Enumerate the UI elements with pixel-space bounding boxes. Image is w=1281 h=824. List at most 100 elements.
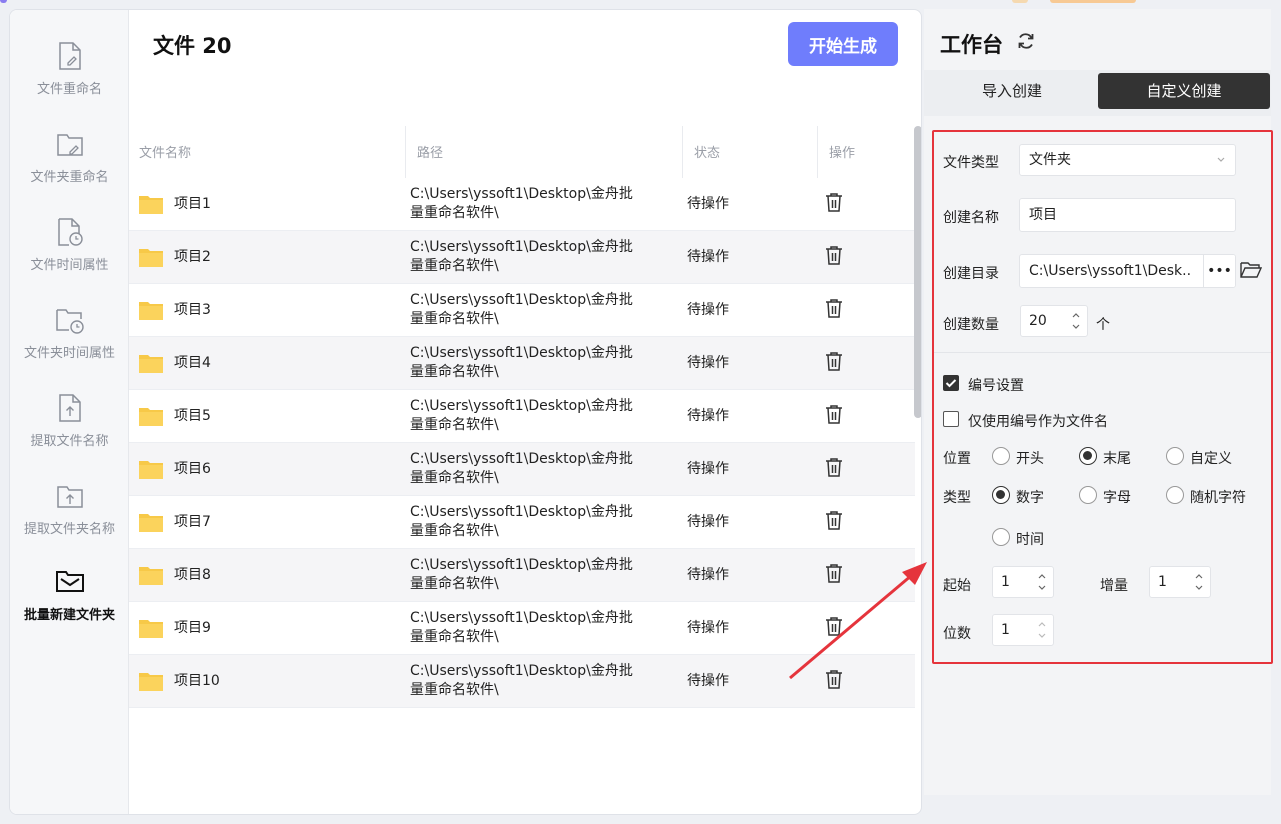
folder-clock-icon <box>55 304 85 336</box>
sidebar-item-folder-time[interactable]: 文件夹时间属性 <box>10 304 129 384</box>
check-icon <box>945 379 957 388</box>
position-label: 位置 <box>943 451 971 467</box>
folder-open-icon[interactable] <box>1240 261 1262 279</box>
file-path: C:\Users\yssoft1\Desktop\金舟批 量重命名软件\ <box>410 504 633 539</box>
stepper-arrows-icon[interactable] <box>1037 619 1047 641</box>
trash-icon[interactable] <box>825 510 843 530</box>
table-row[interactable]: 项目9 C:\Users\yssoft1\Desktop\金舟批 量重命名软件\ … <box>129 602 915 655</box>
create-dir-input[interactable]: C:\Users\yssoft1\Desk.. ••• <box>1019 254 1236 288</box>
file-path: C:\Users\yssoft1\Desktop\金舟批 量重命名软件\ <box>410 345 633 380</box>
file-status: 待操作 <box>687 514 729 530</box>
sidebar-item-label: 提取文件名称 <box>30 434 109 449</box>
file-table-body: 项目1 C:\Users\yssoft1\Desktop\金舟批 量重命名软件\ … <box>129 178 915 708</box>
folder-icon <box>139 620 163 638</box>
sidebar-item-file-rename[interactable]: 文件重命名 <box>10 40 129 120</box>
start-generate-button[interactable]: 开始生成 <box>788 22 898 66</box>
column-divider <box>817 126 818 182</box>
trash-icon[interactable] <box>825 404 843 424</box>
table-scrollbar[interactable] <box>914 126 921 418</box>
table-row[interactable]: 项目8 C:\Users\yssoft1\Desktop\金舟批 量重命名软件\ … <box>129 549 915 602</box>
trash-icon[interactable] <box>825 457 843 477</box>
file-status: 待操作 <box>687 620 729 636</box>
custom-create-form: 文件类型 文件夹 创建名称 项目 创建目录 C:\Users\yssoft1\D… <box>932 130 1273 664</box>
column-divider <box>682 126 683 182</box>
create-name-label: 创建名称 <box>943 210 999 226</box>
table-row[interactable]: 项目10 C:\Users\yssoft1\Desktop\金舟批 量重命名软件\… <box>129 655 915 708</box>
table-row[interactable]: 项目7 C:\Users\yssoft1\Desktop\金舟批 量重命名软件\ … <box>129 496 915 549</box>
folder-icon <box>139 514 163 532</box>
main-panel: 文件重命名 文件夹重命名 文件时间属性 文件夹时间属性 提取文件名称 提取文件夹… <box>9 9 922 815</box>
trash-icon[interactable] <box>825 669 843 689</box>
sidebar-item-extract-file-name[interactable]: 提取文件名称 <box>10 392 129 472</box>
trash-icon[interactable] <box>825 563 843 583</box>
page-title: 文件 20 <box>153 34 232 58</box>
file-status: 待操作 <box>687 355 729 371</box>
type-random-radio[interactable] <box>1166 486 1184 504</box>
stepper-arrows-icon[interactable] <box>1194 571 1204 593</box>
start-stepper[interactable]: 1 <box>992 566 1054 598</box>
sidebar-item-folder-rename[interactable]: 文件夹重命名 <box>10 128 129 208</box>
stepper-arrows-icon[interactable] <box>1071 310 1081 332</box>
file-name: 项目4 <box>174 355 211 371</box>
type-letter-radio[interactable] <box>1079 486 1097 504</box>
sidebar-item-batch-new-folder[interactable]: 批量新建文件夹 <box>10 566 129 646</box>
create-count-stepper[interactable]: 20 <box>1020 305 1088 337</box>
type-option-label: 字母 <box>1103 490 1131 506</box>
table-row[interactable]: 项目5 C:\Users\yssoft1\Desktop\金舟批 量重命名软件\ … <box>129 390 915 443</box>
file-path: C:\Users\yssoft1\Desktop\金舟批 量重命名软件\ <box>410 557 633 592</box>
type-time-radio[interactable] <box>992 528 1010 546</box>
trash-icon[interactable] <box>825 616 843 636</box>
folder-icon <box>139 302 163 320</box>
position-option-label: 自定义 <box>1190 451 1232 467</box>
form-divider <box>934 352 1271 353</box>
sidebar-item-label: 文件夹重命名 <box>30 170 109 185</box>
file-type-select[interactable]: 文件夹 <box>1019 144 1236 176</box>
table-row[interactable]: 项目6 C:\Users\yssoft1\Desktop\金舟批 量重命名软件\ … <box>129 443 915 496</box>
trash-icon[interactable] <box>825 192 843 212</box>
position-start-radio[interactable] <box>992 447 1010 465</box>
sidebar-item-label: 文件重命名 <box>36 82 102 97</box>
file-path: C:\Users\yssoft1\Desktop\金舟批 量重命名软件\ <box>410 186 633 221</box>
type-label: 类型 <box>943 490 971 506</box>
table-row[interactable]: 项目2 C:\Users\yssoft1\Desktop\金舟批 量重命名软件\ … <box>129 231 915 284</box>
trash-icon[interactable] <box>825 298 843 318</box>
tab-custom-create[interactable]: 自定义创建 <box>1098 73 1270 109</box>
file-status: 待操作 <box>687 461 729 477</box>
step-label: 增量 <box>1100 578 1128 594</box>
file-name: 项目6 <box>174 461 211 477</box>
file-path: C:\Users\yssoft1\Desktop\金舟批 量重命名软件\ <box>410 239 633 274</box>
numbering-label: 编号设置 <box>968 378 1024 394</box>
sidebar-item-extract-folder-name[interactable]: 提取文件夹名称 <box>10 480 129 560</box>
create-count-label: 创建数量 <box>943 317 999 333</box>
folder-icon <box>139 673 163 691</box>
type-option-label: 时间 <box>1016 532 1044 548</box>
position-end-radio[interactable] <box>1079 447 1097 465</box>
numbering-checkbox[interactable] <box>943 375 959 391</box>
table-row[interactable]: 项目4 C:\Users\yssoft1\Desktop\金舟批 量重命名软件\ … <box>129 337 915 390</box>
type-number-radio[interactable] <box>992 486 1010 504</box>
tab-import-create[interactable]: 导入创建 <box>932 73 1092 109</box>
only-number-checkbox[interactable] <box>943 411 959 427</box>
position-custom-radio[interactable] <box>1166 447 1184 465</box>
file-name: 项目7 <box>174 514 211 530</box>
workbench-tabs: 导入创建 自定义创建 <box>924 70 1271 116</box>
stepper-arrows-icon[interactable] <box>1037 571 1047 593</box>
digits-stepper[interactable]: 1 <box>992 614 1054 646</box>
column-header-status: 状态 <box>694 146 721 161</box>
folder-icon <box>139 461 163 479</box>
table-row[interactable]: 项目1 C:\Users\yssoft1\Desktop\金舟批 量重命名软件\ … <box>129 178 915 231</box>
sidebar-item-file-time[interactable]: 文件时间属性 <box>10 216 129 296</box>
step-stepper[interactable]: 1 <box>1149 566 1211 598</box>
folder-icon <box>139 249 163 267</box>
more-dots-button[interactable]: ••• <box>1203 255 1235 287</box>
trash-icon[interactable] <box>825 245 843 265</box>
refresh-icon[interactable] <box>1016 31 1036 51</box>
digits-label: 位数 <box>943 626 971 642</box>
trash-icon[interactable] <box>825 351 843 371</box>
start-label: 起始 <box>943 578 971 594</box>
create-name-input[interactable]: 项目 <box>1019 198 1236 232</box>
file-status: 待操作 <box>687 408 729 424</box>
folder-icon <box>139 408 163 426</box>
table-row[interactable]: 项目3 C:\Users\yssoft1\Desktop\金舟批 量重命名软件\ … <box>129 284 915 337</box>
chevron-down-icon <box>1217 157 1225 162</box>
